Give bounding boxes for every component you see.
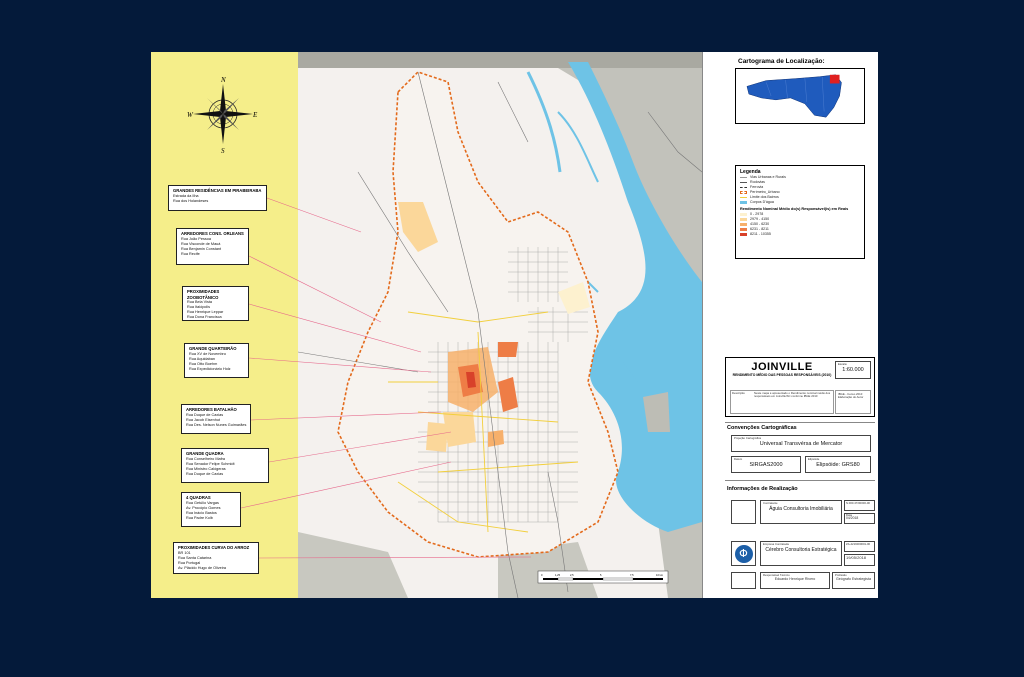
scale-value: 1:60.000: [842, 367, 864, 374]
code-value-2: ZA-4219000001-00: [846, 542, 871, 546]
code-value-1: N.000.47/00000-00: [846, 501, 870, 505]
map-sheet: N S E W 0 1,25 2,5 5 7,5 10 km GRANDES R…: [151, 52, 878, 598]
city-map: 0 1,25 2,5 5 7,5 10 km: [298, 52, 702, 598]
prof-box: Profissão Geógrafo Estrategista: [832, 572, 875, 589]
prof-value: Geógrafo Estrategista: [836, 577, 871, 582]
scale-box: Escala: 1:60.000: [835, 361, 871, 379]
code-box-1: N.000.47/00000-00: [844, 500, 875, 511]
scale-tick-4: 7,5: [630, 573, 634, 577]
callout-grande-quadra: GRANDE QUADRA Rua Conselheiro Mafra Rua …: [181, 448, 269, 483]
callout-title: GRANDE QUARTEIRÃO: [189, 346, 237, 351]
scale-bar: 0 1,25 2,5 5 7,5 10 km: [537, 570, 669, 584]
callout-line: Rua Dona Francisca: [187, 315, 222, 319]
date-value-2: 19/05/2018: [846, 555, 867, 560]
legend-class: 8211 - 10355: [740, 232, 860, 237]
callout-pirabeiraba: GRANDES RESIDÊNCIAS EM PIRABEIRABA Estra…: [168, 185, 267, 211]
callout-title: PROXIMIDADES CURVA DO ARROZ: [178, 545, 250, 550]
callout-line: Rua Padre Kolb: [186, 515, 213, 520]
compass-s: S: [221, 147, 225, 154]
location-map-title: Cartograma de Localização:: [738, 58, 825, 65]
callout-zoobotanico: PROXIMIDADES ZOOBOTÂNICO Rua Bela Vista …: [182, 286, 249, 321]
compass-e: E: [252, 111, 258, 119]
callout-batalhao: ARREDORES BATALHÃO Rua Duque de Caxias R…: [181, 404, 251, 434]
map-title: JOINVILLE: [751, 361, 813, 373]
callout-orleans: ARREDORES CONS. ORLEANS Rua João Pessoa …: [176, 228, 249, 265]
projection-box: Projeção Cartográfica Universal Transvér…: [731, 435, 871, 452]
code-box-2: ZA-4219000001-00: [844, 541, 875, 552]
map-subtitle: RENDIMENTO MÉDIO DAS PESSOAS RESPONSÁVEI…: [732, 373, 832, 377]
callout-grande-quarteirao: GRANDE QUARTEIRÃO Rua XV de Novembro Rua…: [184, 343, 249, 378]
callout-line: Rua Des. Nelson Nunes Guimarães: [186, 422, 247, 427]
callout-line: Rua Expedicionário Holz: [189, 366, 231, 371]
legend-item: Corpos D'água: [740, 200, 860, 205]
callout-curva-do-arroz: PROXIMIDADES CURVA DO ARROZ BR 101 Rua S…: [173, 542, 259, 574]
callout-title: GRANDES RESIDÊNCIAS EM PIRABEIRABA: [173, 188, 262, 193]
scale-tick-2: 2,5: [570, 573, 574, 577]
description-box: Descrição: Neste mapa é apresentado o Re…: [730, 390, 834, 414]
description-label: Descrição:: [732, 391, 746, 395]
callout-title: ARREDORES CONS. ORLEANS: [181, 231, 244, 236]
callout-line: Av. Plácido Hugo de Oliveira: [178, 565, 226, 570]
resp-logo: [731, 572, 756, 589]
contractor-box: Contratante Águia Consultoria Imobiliári…: [760, 500, 842, 524]
datum-box: Datum SIRGAS2000: [731, 456, 801, 473]
projection-value: Universal Transvérsa de Mercator: [759, 441, 843, 448]
callout-line: Rua dos Holandeses: [173, 198, 209, 203]
date-value-1: 04/2018: [846, 516, 859, 521]
ellipsoid-value: Elipsóide: GRS80: [816, 462, 860, 469]
title-block: JOINVILLE RENDIMENTO MÉDIO DAS PESSOAS R…: [725, 357, 875, 417]
callout-4-quadras: 4 QUADRAS Rua Getúlio Vargas Av. Procópi…: [181, 492, 241, 527]
realization-title: Informações de Realização: [727, 486, 798, 492]
resp-box: Responsável Técnico Eduardo Henrique Riv…: [760, 572, 830, 589]
conventions-title: Convenções Cartográficas: [727, 425, 797, 431]
resp-value: Eduardo Henrique Rivero: [774, 577, 816, 582]
company-box: Empresa Contratada Cérebro Consultoria E…: [760, 541, 842, 566]
company-value: Cérebro Consultoria Estratégica: [765, 547, 837, 554]
description-text: Neste mapa é apresentado o Rendimento no…: [754, 391, 831, 399]
contractor-logo: [731, 500, 756, 524]
compass-w: W: [187, 111, 194, 119]
source-text: IBGE - Censo 2010 Elaboração do Autor: [838, 392, 864, 400]
compass-n: N: [220, 76, 226, 84]
contractor-value: Águia Consultoria Imobiliária: [769, 506, 833, 513]
company-logo: Φ: [731, 541, 756, 566]
source-box: IBGE - Censo 2010 Elaboração do Autor: [835, 390, 871, 414]
map-info-panel: Cartograma de Localização: Legenda Vias …: [702, 52, 878, 598]
date-box-2: 19/05/2018: [844, 554, 875, 566]
company-logo-icon: Φ: [734, 544, 753, 563]
date-box-1: Data 04/2018: [844, 513, 875, 524]
callout-title: PROXIMIDADES ZOOBOTÂNICO: [187, 289, 220, 300]
compass-rose-icon: N S E W: [187, 76, 258, 154]
datum-value: SIRGAS2000: [749, 462, 783, 469]
callout-line: Rua Duque de Caxias: [186, 471, 224, 476]
location-map: [735, 68, 865, 124]
state-location-icon: [746, 74, 842, 118]
scale-tick-5: 10 km: [656, 573, 663, 577]
legend: Legenda Vias Urbanas e Rurais Rodovias F…: [735, 165, 865, 259]
callout-line: Rua Recife: [181, 251, 200, 256]
ellipsoid-box: Elipsóide Elipsóide: GRS80: [805, 456, 871, 473]
scale-tick-1: 1,25: [555, 573, 561, 577]
